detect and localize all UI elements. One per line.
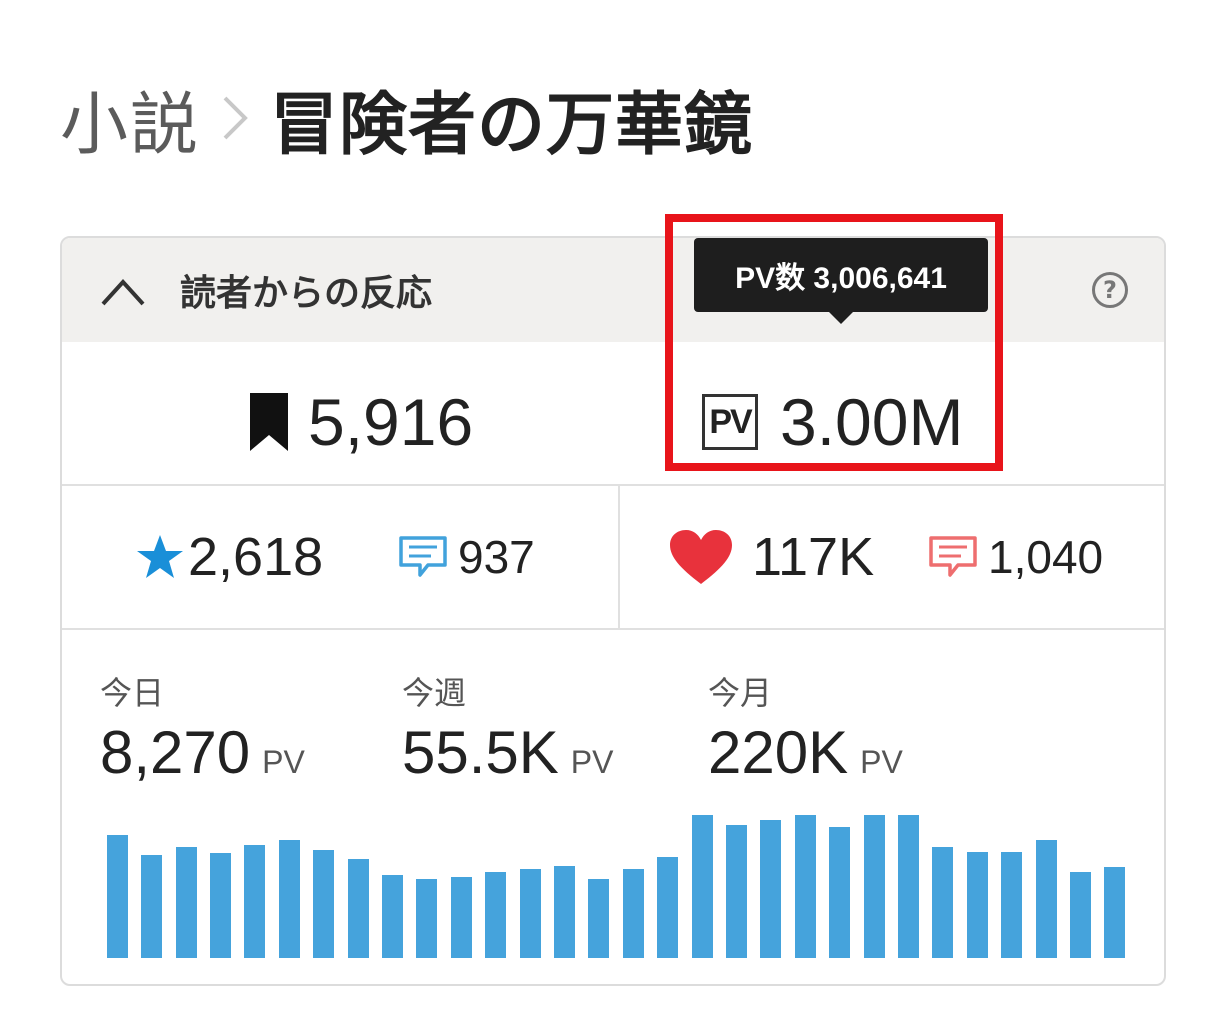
pv-icon: PV: [702, 394, 758, 450]
pv-bar: [416, 879, 438, 958]
period-label: 今月: [708, 674, 773, 712]
help-icon[interactable]: ?: [1092, 272, 1128, 308]
pv-bar: [313, 850, 335, 958]
pv-bar: [897, 815, 919, 958]
star-stat: 2,618: [136, 526, 323, 588]
pv-bar: [794, 815, 816, 958]
row-divider: [618, 486, 620, 628]
star-comment-count: 937: [458, 531, 535, 583]
pv-bar: [347, 859, 369, 958]
pv-bar: [760, 820, 782, 958]
collapse-button[interactable]: [98, 268, 148, 312]
pv-bar: [588, 879, 610, 958]
bookmark-count: 5,916: [248, 384, 473, 460]
pv-bar: [553, 866, 575, 958]
star-count: 2,618: [188, 527, 324, 587]
heart-stat: 117K: [668, 526, 874, 588]
pv-bar: [1001, 852, 1023, 958]
panel-header: 読者からの反応 ?: [62, 238, 1164, 342]
pv-bar: [966, 852, 988, 958]
pv-bar: [863, 815, 885, 958]
comment-icon: [929, 536, 977, 577]
heart-count: 117K: [752, 527, 875, 587]
star-icon: [137, 535, 183, 578]
pv-total-value: 3.00M: [780, 385, 964, 459]
pv-bar: [725, 825, 747, 958]
pv-bar: [622, 869, 644, 958]
totals-row: 5,916 PV 3.00M: [62, 342, 1164, 486]
pv-total[interactable]: PV 3.00M: [702, 384, 963, 460]
bookmark-count-value: 5,916: [308, 385, 474, 459]
chevron-up-icon: [101, 279, 145, 306]
bookmark-icon: [250, 393, 288, 451]
period-unit: PV: [860, 744, 903, 780]
pv-bar: [1035, 840, 1057, 958]
chevron-right-icon: [206, 95, 264, 141]
pv-bar: [657, 857, 679, 958]
period-value: 55.5K: [402, 719, 559, 786]
heart-comment-stat[interactable]: 1,040: [928, 530, 1103, 584]
period-label: 今日: [100, 674, 165, 712]
pv-bar: [209, 853, 231, 958]
pv-bar: [829, 827, 851, 958]
heart-comment-count: 1,040: [988, 531, 1104, 583]
pv-bar: [1104, 867, 1126, 958]
pv-bar: [519, 869, 541, 958]
pv-bar: [932, 847, 954, 958]
pv-bar: [485, 872, 507, 958]
pv-bar: [244, 845, 266, 958]
star-comment-stat[interactable]: 937: [398, 530, 535, 584]
period-value: 220K: [708, 719, 849, 786]
pv-bar-chart: [100, 804, 1132, 958]
period-today: 今日 8,270 PV: [100, 668, 305, 787]
pv-bar: [175, 847, 197, 958]
period-value: 8,270: [100, 719, 251, 786]
period-month: 今月 220K PV: [708, 668, 903, 787]
comment-icon: [399, 536, 447, 577]
heart-icon: [670, 530, 732, 584]
breadcrumb: 小説 冒険者の万華鏡: [60, 68, 753, 168]
ratings-row: 2,618 937 117K 1,040: [62, 486, 1164, 630]
pv-bar: [691, 815, 713, 958]
pv-bar: [381, 875, 403, 958]
pv-tooltip: PV数 3,006,641: [694, 238, 988, 324]
period-label: 今週: [402, 674, 467, 712]
pv-bar: [1069, 872, 1091, 958]
panel-title: 読者からの反応: [180, 273, 433, 314]
pv-bar: [450, 877, 472, 958]
pv-bar: [141, 855, 163, 958]
pv-bar: [278, 840, 300, 958]
breadcrumb-parent-link[interactable]: 小説: [60, 69, 200, 168]
reader-reactions-panel: 読者からの反応 ? 5,916 PV 3.00M 2,618 937 117K …: [60, 236, 1166, 986]
period-week: 今週 55.5K PV: [402, 668, 613, 787]
period-unit: PV: [570, 744, 614, 780]
pv-bar: [106, 835, 128, 958]
period-unit: PV: [262, 744, 305, 780]
page-title: 冒険者の万華鏡: [270, 85, 754, 165]
